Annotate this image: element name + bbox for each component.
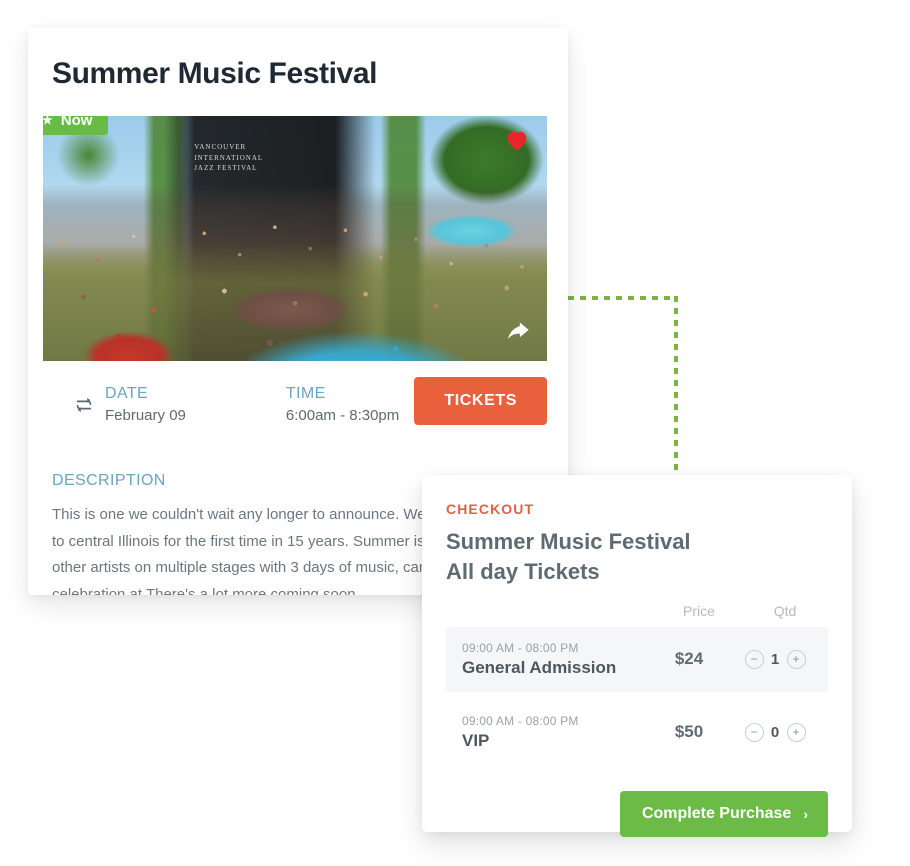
- star-icon: ★: [43, 116, 53, 127]
- ticket-name: VIP: [462, 730, 490, 750]
- event-date-block: DATE February 09: [105, 385, 186, 424]
- share-arrow-icon[interactable]: [503, 317, 533, 347]
- status-badge-label: Now: [60, 116, 93, 129]
- status-badge: ★ Now: [43, 116, 109, 135]
- chevron-right-icon: ›: [803, 805, 808, 822]
- checkout-title: Summer Music Festival All day Tickets: [446, 527, 828, 587]
- column-header-price: Price: [683, 602, 715, 619]
- checkout-card: CHECKOUT Summer Music Festival All day T…: [422, 475, 852, 837]
- checkout-kicker: CHECKOUT: [446, 501, 535, 517]
- ticket-price: $50: [674, 722, 704, 742]
- time-label: TIME: [285, 385, 326, 402]
- table-row[interactable]: 09:00 AM - 08:00 PM General Admission $2…: [446, 626, 828, 692]
- complete-purchase-button[interactable]: Complete Purchase ›: [619, 790, 828, 837]
- ticket-time: 09:00 AM - 08:00 PM: [462, 713, 579, 728]
- increment-button[interactable]: +: [786, 722, 806, 742]
- event-time-block: TIME 6:00am - 8:30pm: [286, 385, 399, 424]
- purchase-button-row: Complete Purchase ›: [446, 790, 828, 837]
- connector-vertical-segment: [674, 296, 678, 483]
- decrement-button[interactable]: −: [744, 722, 764, 742]
- connector-horizontal-segment: [568, 296, 678, 300]
- ticket-price: $24: [674, 649, 704, 669]
- column-header-qtd: Qtd: [773, 602, 797, 619]
- dashed-connector: [560, 288, 685, 483]
- quantity-value: 1: [770, 650, 780, 668]
- ticket-info: 09:00 AM - 08:00 PM VIP: [462, 714, 646, 751]
- page-title: Summer Music Festival: [52, 57, 378, 90]
- ticket-time: 09:00 AM - 08:00 PM: [462, 640, 579, 655]
- complete-purchase-label: Complete Purchase: [641, 804, 792, 822]
- heart-icon[interactable]: [503, 126, 531, 154]
- decrement-button[interactable]: −: [744, 649, 764, 669]
- increment-button[interactable]: +: [786, 649, 806, 669]
- event-image: VANCOUVER INTERNATIONAL JAZZ FESTIVAL ★ …: [43, 116, 547, 361]
- checkout-title-line-2: All day Tickets: [446, 558, 600, 584]
- date-value: February 09: [105, 407, 186, 424]
- ticket-table-header: Price Qtd: [446, 603, 828, 619]
- date-label: DATE: [105, 385, 149, 402]
- photo-overlay: ★ Now: [43, 116, 547, 361]
- checkout-title-line-1: Summer Music Festival: [446, 529, 691, 554]
- repeat-icon: [76, 397, 92, 413]
- event-meta-row: DATE February 09 TIME 6:00am - 8:30pm TI…: [28, 361, 568, 425]
- time-value: 6:00am - 8:30pm: [285, 407, 400, 424]
- quantity-value: 0: [770, 723, 780, 741]
- ticket-info: 09:00 AM - 08:00 PM General Admission: [462, 641, 646, 678]
- quantity-stepper: − 1 +: [732, 649, 818, 669]
- tickets-button[interactable]: TICKETS: [414, 377, 547, 425]
- ticket-name: General Admission: [462, 657, 617, 677]
- table-row[interactable]: 09:00 AM - 08:00 PM VIP $50 − 0 +: [446, 700, 828, 765]
- screen-root: Summer Music Festival VANCOUVER INTERNAT…: [0, 0, 910, 866]
- quantity-stepper: − 0 +: [732, 722, 818, 742]
